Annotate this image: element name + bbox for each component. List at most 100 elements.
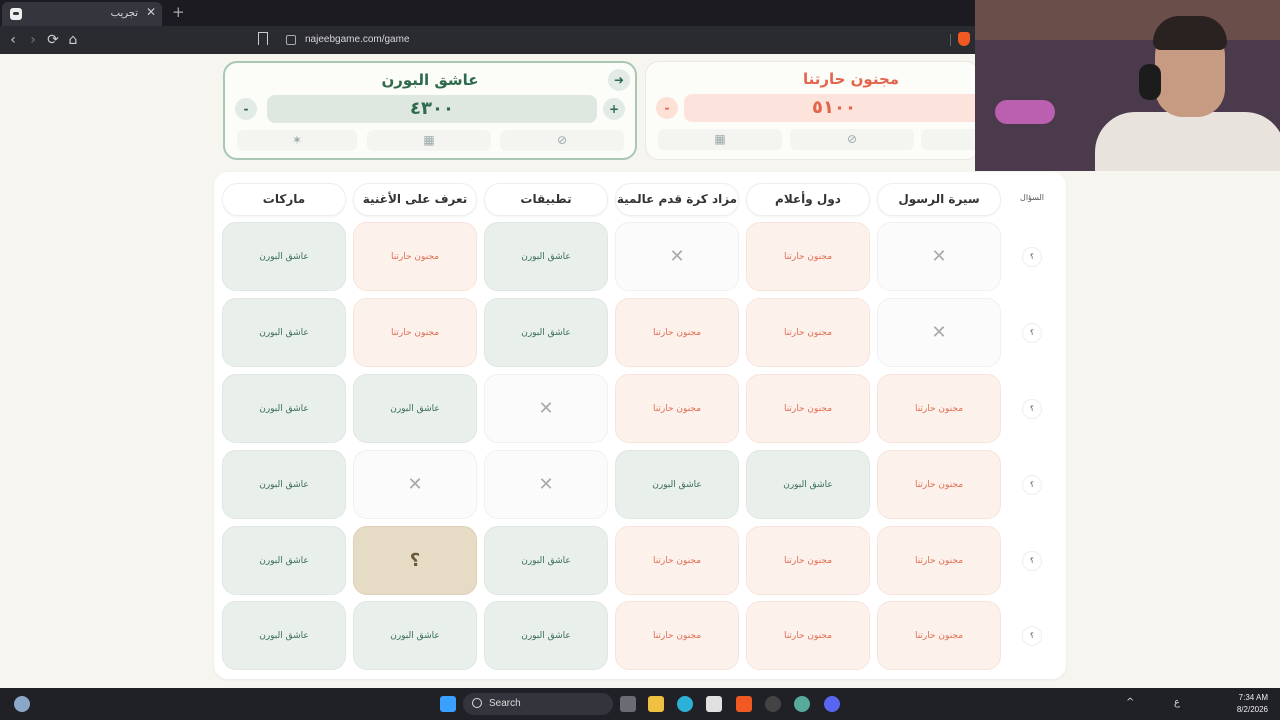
task-view-icon[interactable] bbox=[620, 696, 636, 712]
question-cell-team-b[interactable]: مجنون حارتنا bbox=[746, 374, 870, 443]
row-question-marker: ؟ bbox=[1022, 626, 1042, 646]
taskbar-search[interactable]: Search bbox=[463, 693, 613, 715]
store-icon[interactable] bbox=[706, 696, 722, 712]
address-bar[interactable]: najeebgame.com/game bbox=[305, 34, 410, 45]
search-icon bbox=[472, 698, 482, 708]
question-cell-team-b[interactable]: مجنون حارتنا bbox=[615, 374, 739, 443]
cell-owner-label: عاشق البورن bbox=[521, 251, 571, 262]
cell-owner-label: عاشق البورن bbox=[259, 479, 309, 490]
windows-taskbar: Search ^ ع 7:34 AM 8/2/2026 bbox=[0, 688, 1280, 720]
row-question-marker: ؟ bbox=[1022, 399, 1042, 419]
brave-icon[interactable] bbox=[736, 696, 752, 712]
file-explorer-icon[interactable] bbox=[648, 696, 664, 712]
question-cell-unrevealed[interactable]: ؟ bbox=[353, 526, 477, 595]
question-cell-team-b[interactable]: مجنون حارتنا bbox=[615, 298, 739, 367]
question-cell-team-a[interactable]: عاشق البورن bbox=[222, 450, 346, 519]
language-indicator[interactable]: ع bbox=[1174, 697, 1180, 708]
question-cell-team-a[interactable]: عاشق البورن bbox=[484, 601, 608, 670]
question-cell-team-a[interactable]: عاشق البورن bbox=[353, 374, 477, 443]
weather-icon[interactable] bbox=[14, 696, 30, 712]
browser-tab[interactable]: تجريب ✕ bbox=[2, 2, 162, 26]
team-a-block-tool[interactable]: ⊘ bbox=[500, 130, 624, 151]
team-b-block-tool[interactable]: ⊘ bbox=[790, 129, 914, 150]
brave-shields-icon[interactable] bbox=[958, 32, 970, 46]
question-cell-team-b[interactable]: مجنون حارتنا bbox=[353, 298, 477, 367]
home-icon[interactable]: ⌂ bbox=[64, 31, 82, 49]
question-cell-team-b[interactable]: مجنون حارتنا bbox=[877, 601, 1001, 670]
question-cell-team-b[interactable]: مجنون حارتنا bbox=[877, 526, 1001, 595]
new-tab-button[interactable]: + bbox=[172, 3, 185, 21]
team-b-minus-button[interactable]: - bbox=[656, 97, 678, 119]
question-cell-team-a[interactable]: عاشق البورن bbox=[222, 222, 346, 291]
cell-owner-label: عاشق البورن bbox=[390, 630, 440, 641]
webcam-shelf bbox=[975, 0, 1280, 40]
cell-owner-label: مجنون حارتنا bbox=[914, 630, 964, 641]
question-cell-team-b[interactable]: مجنون حارتنا bbox=[746, 601, 870, 670]
question-cell-team-a[interactable]: عاشق البورن bbox=[222, 526, 346, 595]
team-b-score: ٥١٠٠ bbox=[684, 94, 984, 122]
question-cell-used[interactable]: ✕ bbox=[615, 222, 739, 291]
team-a-magic-tool[interactable]: ✶ bbox=[237, 130, 357, 151]
close-icon: ✕ bbox=[931, 246, 947, 267]
category-header: دول وأعلام bbox=[746, 183, 870, 216]
forward-icon[interactable]: › bbox=[24, 31, 42, 49]
question-cell-team-b[interactable]: مجنون حارتنا bbox=[877, 450, 1001, 519]
question-cell-team-b[interactable]: مجنون حارتنا bbox=[877, 374, 1001, 443]
taskbar-clock[interactable]: 7:34 AM 8/2/2026 bbox=[1237, 692, 1268, 716]
cell-owner-label: عاشق البورن bbox=[652, 479, 702, 490]
magic-icon: ✶ bbox=[291, 133, 303, 147]
question-cell-team-b[interactable]: مجنون حارتنا bbox=[746, 298, 870, 367]
team-a-minus-button[interactable]: - bbox=[235, 98, 257, 120]
start-icon[interactable] bbox=[440, 696, 456, 712]
cell-owner-label: عاشق البورن bbox=[521, 555, 571, 566]
category-header: سيرة الرسول bbox=[877, 183, 1001, 216]
question-cell-used[interactable]: ✕ bbox=[484, 374, 608, 443]
question-cell-team-a[interactable]: عاشق البورن bbox=[484, 222, 608, 291]
question-cell-team-a[interactable]: عاشق البورن bbox=[484, 298, 608, 367]
close-tab-icon[interactable]: ✕ bbox=[146, 5, 156, 19]
question-cell-used[interactable]: ✕ bbox=[484, 450, 608, 519]
question-cell-team-a[interactable]: عاشق البورن bbox=[222, 374, 346, 443]
team-card-a: عاشق البورن ➜ - ٤٣٠٠ + ✶ ▦ ⊘ bbox=[223, 61, 637, 160]
question-cell-team-b[interactable]: مجنون حارتنا bbox=[615, 601, 739, 670]
question-cell-team-b[interactable]: مجنون حارتنا bbox=[353, 222, 477, 291]
question-cell-team-a[interactable]: عاشق البورن bbox=[615, 450, 739, 519]
toolbar-divider bbox=[950, 34, 951, 46]
question-cell-used[interactable]: ✕ bbox=[353, 450, 477, 519]
block-icon: ⊘ bbox=[556, 133, 568, 147]
cell-owner-label: مجنون حارتنا bbox=[783, 251, 833, 262]
team-a-plus-button[interactable]: + bbox=[603, 98, 625, 120]
cell-owner-label: مجنون حارتنا bbox=[652, 327, 702, 338]
turn-arrow-icon[interactable]: ➜ bbox=[608, 69, 630, 91]
cell-owner-label: مجنون حارتنا bbox=[783, 327, 833, 338]
team-b-card-tool[interactable]: ▦ bbox=[658, 129, 782, 150]
question-cell-team-b[interactable]: مجنون حارتنا bbox=[615, 526, 739, 595]
team-a-card-tool[interactable]: ▦ bbox=[367, 130, 491, 151]
question-cell-team-a[interactable]: عاشق البورن bbox=[484, 526, 608, 595]
question-cell-team-b[interactable]: مجنون حارتنا bbox=[746, 526, 870, 595]
bookmark-icon[interactable] bbox=[258, 32, 268, 45]
reload-icon[interactable]: ⟳ bbox=[44, 31, 62, 49]
question-cell-team-a[interactable]: عاشق البورن bbox=[746, 450, 870, 519]
cell-owner-label: مجنون حارتنا bbox=[914, 403, 964, 414]
app-icon[interactable] bbox=[765, 696, 781, 712]
edge-icon[interactable] bbox=[677, 696, 693, 712]
webcam-neon-sign bbox=[995, 100, 1055, 124]
card-icon: ▦ bbox=[714, 132, 726, 146]
row-question-marker: ؟ bbox=[1022, 247, 1042, 267]
question-cell-used[interactable]: ✕ bbox=[877, 298, 1001, 367]
team-b-magic-tool[interactable] bbox=[921, 129, 981, 150]
question-cell-team-a[interactable]: عاشق البورن bbox=[353, 601, 477, 670]
webcam-app-icon[interactable] bbox=[794, 696, 810, 712]
question-cell-team-a[interactable]: عاشق البورن bbox=[222, 298, 346, 367]
webcam-person-body bbox=[1095, 112, 1280, 171]
question-cell-used[interactable]: ✕ bbox=[877, 222, 1001, 291]
cell-owner-label: عاشق البورن bbox=[259, 555, 309, 566]
site-info-icon[interactable] bbox=[286, 35, 296, 45]
question-cell-team-b[interactable]: مجنون حارتنا bbox=[746, 222, 870, 291]
category-header: تطبيقات bbox=[484, 183, 608, 216]
tray-overflow-icon[interactable]: ^ bbox=[1126, 697, 1134, 708]
discord-icon[interactable] bbox=[824, 696, 840, 712]
question-cell-team-a[interactable]: عاشق البورن bbox=[222, 601, 346, 670]
back-icon[interactable]: ‹ bbox=[4, 31, 22, 49]
